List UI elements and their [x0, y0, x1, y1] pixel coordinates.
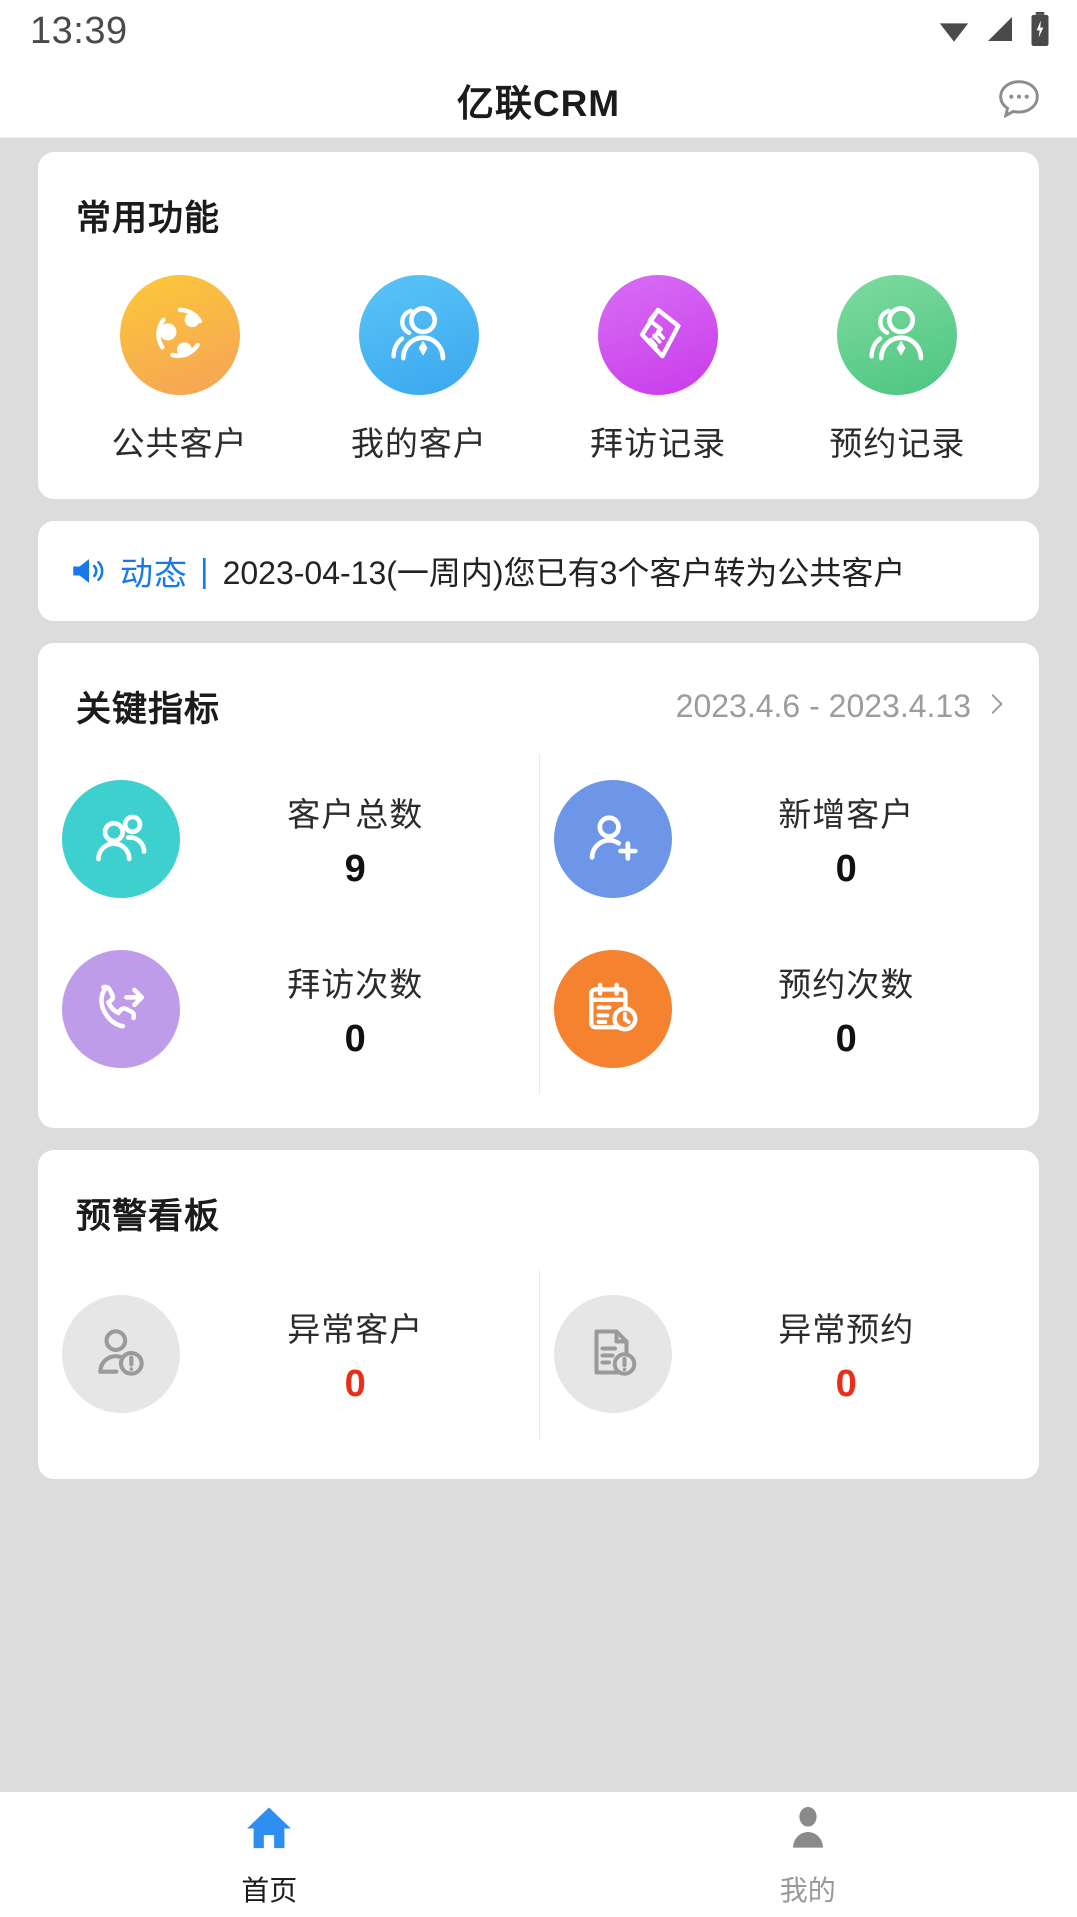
common-functions-title: 常用功能: [38, 152, 1039, 241]
warning-value: 0: [836, 1363, 857, 1406]
date-range-label: 2023.4.6 - 2023.4.13: [676, 688, 971, 725]
func-label: 预约记录: [829, 417, 965, 465]
announcement-separator: |: [200, 552, 209, 590]
metric-label: 新增客户: [778, 788, 914, 836]
func-icon-bg: [837, 275, 957, 395]
metric-value: 0: [345, 1018, 366, 1061]
document-alert-icon: [583, 1322, 643, 1387]
key-metrics-card: 关键指标 2023.4.6 - 2023.4.13: [38, 643, 1039, 1128]
metric-appointment-count[interactable]: 预约次数 0: [539, 924, 1030, 1094]
func-icon-bg: [120, 275, 240, 395]
chevron-right-icon: [983, 688, 1009, 725]
metric-label: 客户总数: [287, 788, 423, 836]
warning-label: 异常客户: [287, 1303, 423, 1351]
metric-body: 预约次数 0: [678, 958, 1016, 1061]
users-icon: [862, 298, 932, 373]
app-header: 亿联CRM: [0, 62, 1077, 138]
warning-board-title: 预警看板: [38, 1150, 1039, 1239]
warning-icon-bg: [554, 1295, 672, 1413]
func-label: 拜访记录: [590, 417, 726, 465]
warning-board-grid: 异常客户 0: [38, 1239, 1039, 1479]
user-alert-icon: [90, 1321, 152, 1388]
warning-label: 异常预约: [778, 1303, 914, 1351]
warning-body: 异常客户 0: [186, 1303, 525, 1406]
func-item-public-customers[interactable]: 公共客户: [60, 275, 299, 465]
bottom-tab-bar: 首页 我的: [0, 1791, 1077, 1917]
announcement-tag: 动态: [120, 547, 188, 595]
metric-visit-count[interactable]: 拜访次数 0: [48, 924, 539, 1094]
metric-icon-bg: [554, 780, 672, 898]
speaker-announce-icon: [68, 550, 110, 592]
metric-icon-bg: [554, 950, 672, 1068]
warning-abnormal-customers[interactable]: 异常客户 0: [48, 1269, 539, 1439]
common-functions-card: 常用功能: [38, 152, 1039, 499]
handshake-icon: [625, 300, 691, 371]
metric-value: 0: [836, 848, 857, 891]
metric-label: 拜访次数: [287, 958, 423, 1006]
warning-value: 0: [345, 1363, 366, 1406]
page-title: 亿联CRM: [457, 73, 620, 127]
share-nodes-icon: [147, 300, 213, 371]
tab-home[interactable]: 首页: [0, 1792, 539, 1917]
two-users-icon: [88, 804, 154, 875]
func-label: 公共客户: [112, 417, 248, 465]
warning-board-card: 预警看板: [38, 1150, 1039, 1479]
tab-label: 我的: [780, 1869, 836, 1909]
func-item-my-customers[interactable]: 我的客户: [299, 275, 538, 465]
metric-body: 客户总数 9: [186, 788, 525, 891]
metric-label: 预约次数: [778, 958, 914, 1006]
status-icon-group: [937, 12, 1051, 51]
app-screen: 13:39 亿联CRM: [0, 0, 1077, 1917]
func-label: 我的客户: [351, 417, 487, 465]
metric-value: 9: [345, 848, 366, 891]
func-icon-bg: [359, 275, 479, 395]
battery-charging-icon: [1029, 12, 1051, 51]
metric-body: 新增客户 0: [678, 788, 1016, 891]
wifi-icon: [937, 12, 971, 51]
calendar-clock-icon: [582, 976, 644, 1043]
key-metrics-title: 关键指标: [76, 681, 220, 732]
announcement-text: 2023-04-13(一周内)您已有3个客户转为公共客户: [223, 548, 906, 594]
announcement-bar[interactable]: 动态 | 2023-04-13(一周内)您已有3个客户转为公共客户: [38, 521, 1039, 621]
chat-bubble-icon[interactable]: [991, 72, 1047, 128]
phone-forward-icon: [89, 975, 153, 1044]
user-plus-icon: [580, 804, 646, 875]
tab-profile[interactable]: 我的: [539, 1792, 1077, 1917]
key-metrics-date-range-selector[interactable]: 2023.4.6 - 2023.4.13: [676, 688, 1009, 725]
key-metrics-grid: 客户总数 9: [38, 732, 1039, 1128]
warning-icon-bg: [62, 1295, 180, 1413]
func-icon-bg: [598, 275, 718, 395]
key-metrics-header: 关键指标 2023.4.6 - 2023.4.13: [38, 643, 1039, 732]
metric-icon-bg: [62, 950, 180, 1068]
status-time: 13:39: [30, 10, 128, 53]
metric-value: 0: [836, 1018, 857, 1061]
metric-icon-bg: [62, 780, 180, 898]
tab-label: 首页: [241, 1869, 297, 1909]
warning-body: 异常预约 0: [678, 1303, 1016, 1406]
cellular-signal-icon: [984, 13, 1016, 50]
metric-new-customers[interactable]: 新增客户 0: [539, 754, 1030, 924]
person-icon: [780, 1800, 836, 1861]
warning-abnormal-appointments[interactable]: 异常预约 0: [539, 1269, 1030, 1439]
home-icon: [241, 1800, 297, 1861]
metric-total-customers[interactable]: 客户总数 9: [48, 754, 539, 924]
users-icon: [384, 298, 454, 373]
common-functions-grid: 公共客户 我的客: [38, 241, 1039, 499]
status-bar: 13:39: [0, 0, 1077, 62]
main-content: 常用功能: [0, 138, 1077, 1791]
func-item-appointment-records[interactable]: 预约记录: [778, 275, 1017, 465]
func-item-visit-records[interactable]: 拜访记录: [539, 275, 778, 465]
metric-body: 拜访次数 0: [186, 958, 525, 1061]
